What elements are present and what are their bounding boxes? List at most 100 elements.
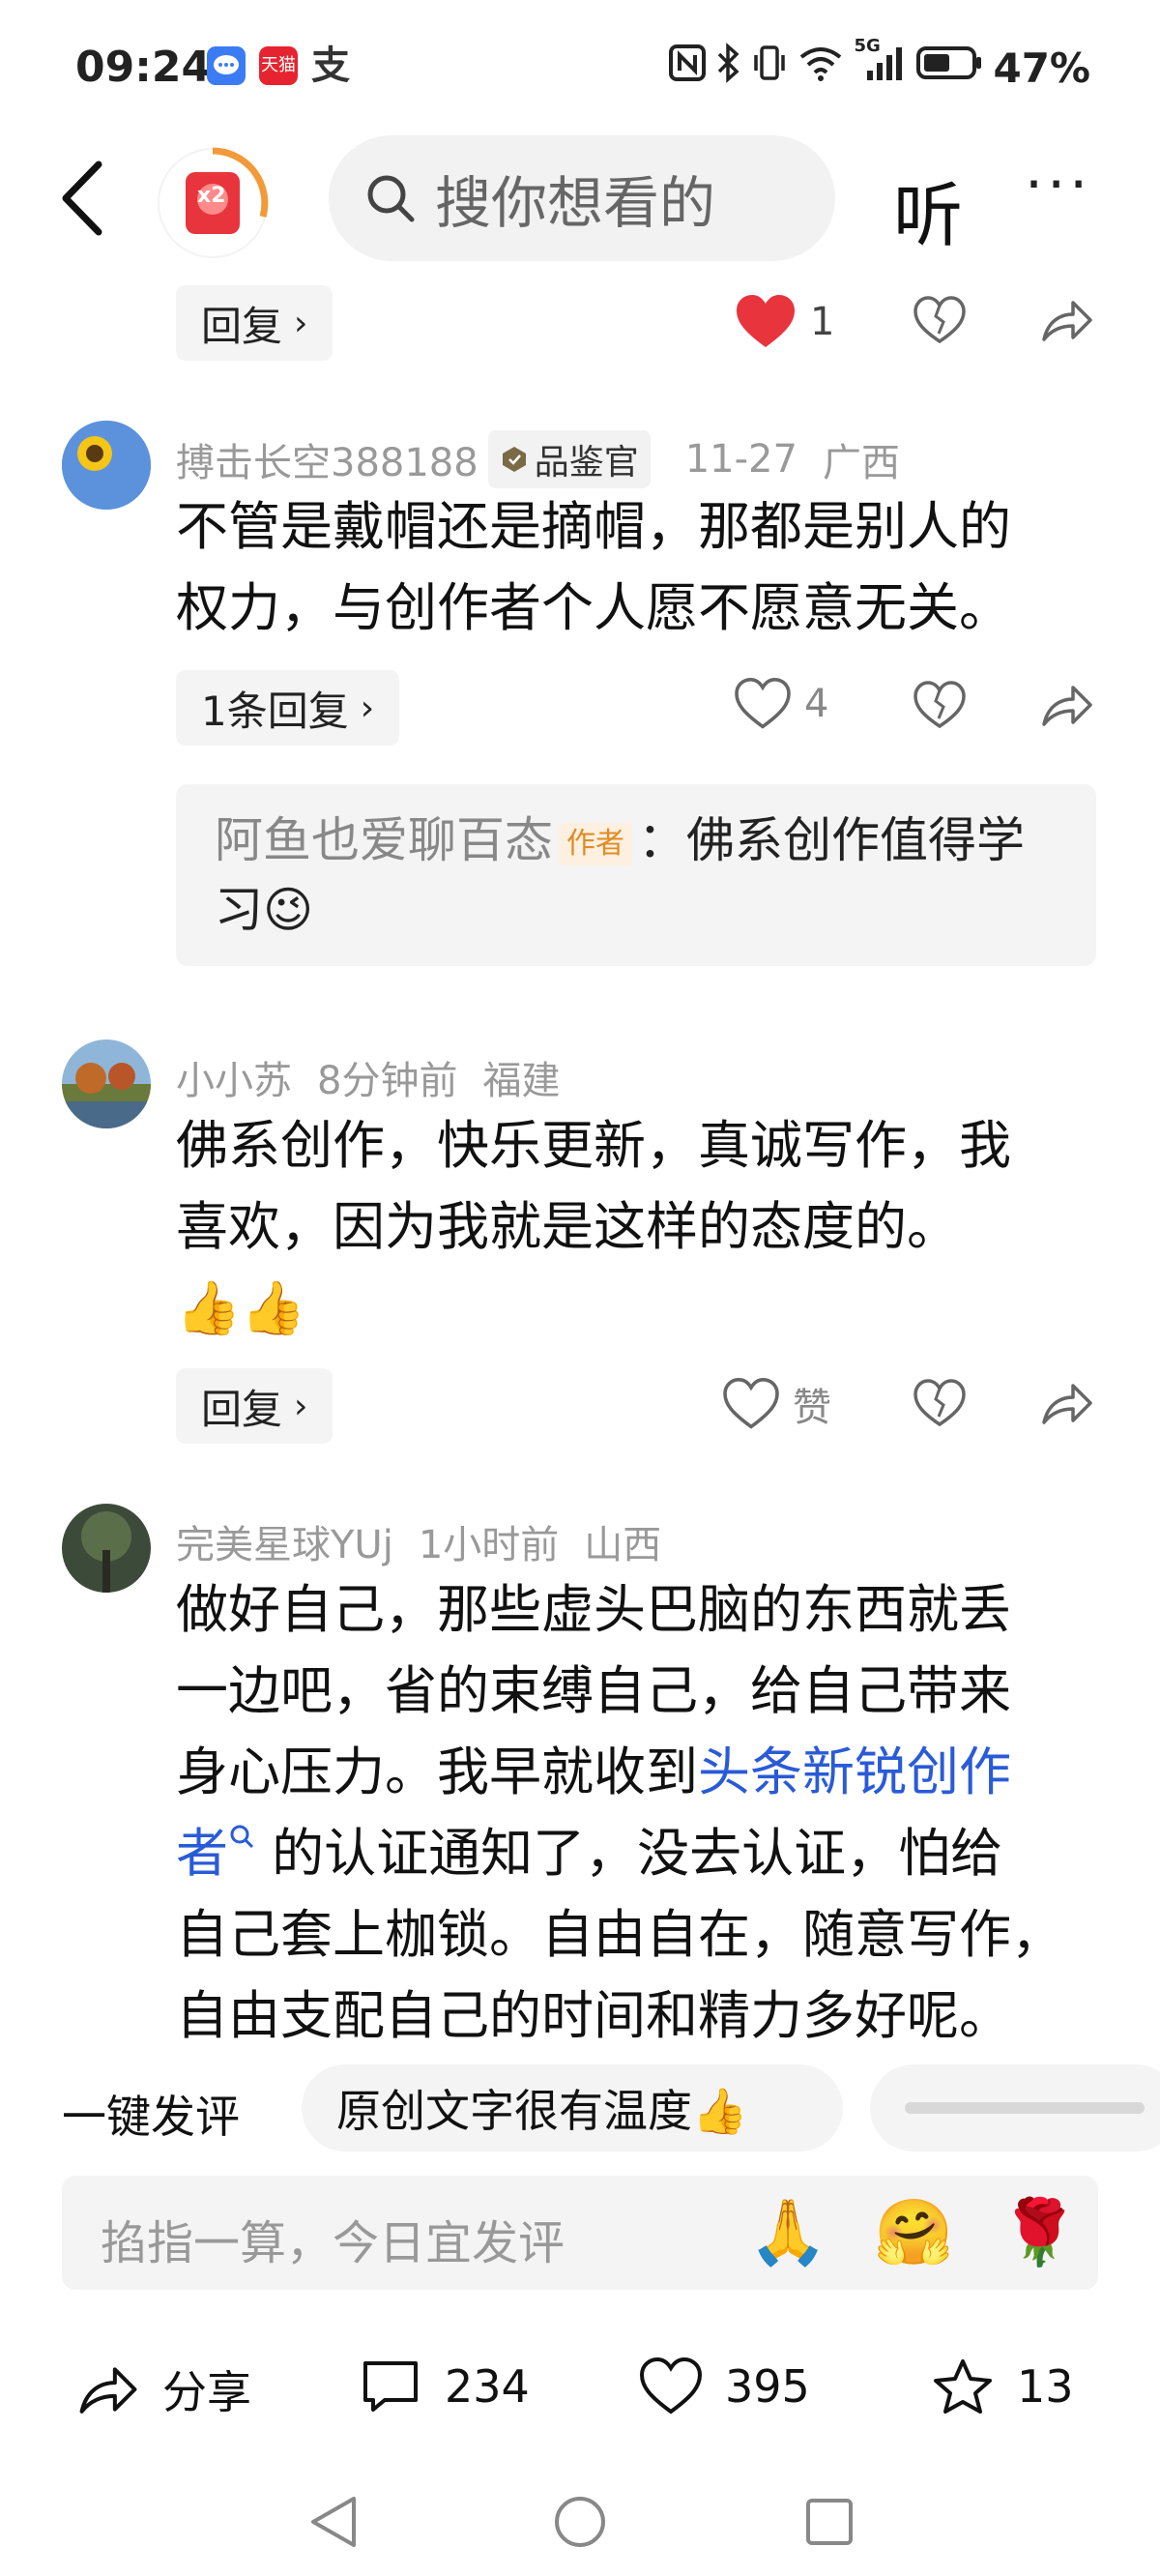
comment-line: 自己套上枷锁。自由自在，随意写作， <box>176 1904 1063 1965</box>
search-placeholder: 搜你想看的 <box>435 170 716 236</box>
landscape-avatar-icon <box>62 1039 151 1128</box>
badge-icon <box>502 447 526 472</box>
chevron-right-icon: › <box>294 1386 308 1426</box>
reply-author-name[interactable]: 阿鱼也爱聊百态 <box>215 812 553 868</box>
reply-count-button[interactable]: 1条回复 › <box>176 670 400 746</box>
nav-home-button[interactable] <box>553 2493 607 2555</box>
share-bottom-button[interactable]: 分享 <box>77 2357 251 2421</box>
heart-filled-icon <box>737 295 795 347</box>
share-arrow-icon <box>1042 1384 1092 1424</box>
dislike-button[interactable] <box>913 295 967 349</box>
red-packet-button[interactable]: x2 <box>155 145 271 261</box>
comment-icon <box>363 2361 418 2412</box>
square-recents-icon <box>806 2499 853 2545</box>
broken-heart-icon <box>914 296 966 344</box>
avatar[interactable] <box>62 1039 151 1128</box>
comment-line: 佛系创作，快乐更新，真诚写作，我 <box>176 1115 1011 1176</box>
comment-text: 做好自己，那些虚头巴脑的东西就丢 一边吧，省的束缚自己，给自己带来 身心压力。我… <box>176 1569 1104 2045</box>
comment-meta: 搏击长空388188 品鉴官 11-27 广西 <box>176 430 900 488</box>
comment-bottom-button[interactable]: 234 <box>360 2357 530 2415</box>
author-tag: 作者 <box>559 822 632 865</box>
thumbs-up-emoji: 👍👍 <box>176 1277 306 1338</box>
comment-input[interactable]: 掐指一算，今日宜发评 🙏 🤗 🌹 <box>62 2176 1098 2290</box>
like-count: 1 <box>810 300 835 344</box>
comment-line: 不管是戴帽还是摘帽，那都是别人的 <box>176 496 1011 557</box>
search-icon <box>367 175 415 222</box>
alipay-icon: 支 <box>311 44 350 88</box>
chevron-right-icon: › <box>360 688 375 728</box>
top-nav: x2 搜你想看的 听 ··· <box>0 135 1160 261</box>
comment-username[interactable]: 小小苏 <box>176 1049 292 1105</box>
wink-emoji: 😉 <box>263 882 314 938</box>
search-bar[interactable]: 搜你想看的 <box>329 135 835 261</box>
share-label: 分享 <box>162 2366 251 2418</box>
search-small-icon[interactable] <box>228 1823 255 1856</box>
listen-button[interactable]: 听 <box>893 159 963 260</box>
comment-username[interactable]: 搏击长空388188 <box>176 431 478 487</box>
like-button[interactable]: 赞 <box>723 1376 831 1432</box>
share-button[interactable] <box>1040 1378 1094 1432</box>
reply-button[interactable]: 回复 › <box>176 1368 334 1444</box>
comment-count: 234 <box>445 2360 530 2413</box>
comment-location: 山西 <box>584 1523 662 1567</box>
topic-link[interactable]: 头条新锐创作 <box>698 1742 1011 1802</box>
comment-actions: 1条回复 › 4 <box>0 670 1160 747</box>
comment-item: 小小苏 8分钟前 福建 佛系创作，快乐更新，真诚写作，我 喜欢，因为我就是这样的… <box>0 1039 1160 1455</box>
red-packet-multiplier: x2 <box>197 184 226 208</box>
quick-comment-chip[interactable]: 原创文字很有温度👍 <box>302 2064 843 2152</box>
reply-count-label: 1条回复 <box>201 687 349 735</box>
comment-text-segment: 身心压力。我早就收到 <box>176 1742 698 1802</box>
signal-icon: 5G <box>854 36 906 92</box>
network-type: 5G <box>854 36 881 56</box>
share-button[interactable] <box>1040 295 1094 349</box>
favorite-bottom-button[interactable]: 13 <box>932 2357 1074 2415</box>
tree-avatar-icon <box>62 1504 151 1593</box>
comment-line: 自由支配自己的时间和精力多好呢。 <box>176 1985 1011 2045</box>
quick-comment-bar: 一键发评 原创文字很有温度👍 <box>0 2064 1160 2152</box>
avatar[interactable] <box>62 421 151 510</box>
hug-emoji-button[interactable]: 🤗 <box>874 2195 953 2270</box>
quick-comment-chip-blurred[interactable] <box>870 2064 1160 2152</box>
rose-emoji-button[interactable]: 🌹 <box>1000 2195 1079 2270</box>
back-button[interactable] <box>50 155 118 242</box>
like-button[interactable]: 1 <box>735 293 834 351</box>
nav-recents-button[interactable] <box>802 2493 856 2555</box>
dislike-button[interactable] <box>913 1378 967 1432</box>
more-button[interactable]: ··· <box>1025 151 1091 219</box>
comment-actions: 回复 › 赞 <box>0 1368 1160 1446</box>
comment-input-placeholder: 掐指一算，今日宜发评 <box>101 2216 566 2270</box>
comment-meta: 小小苏 8分钟前 福建 <box>176 1049 560 1105</box>
share-arrow-icon <box>1042 301 1092 341</box>
comment-meta: 完美星球YUj 1小时前 山西 <box>176 1513 661 1569</box>
dislike-button[interactable] <box>913 680 967 734</box>
tmall-icon: 天猫 <box>259 46 298 85</box>
reply-label: 回复 <box>201 1385 283 1433</box>
reply-label: 回复 <box>201 302 283 350</box>
battery-percent: 47% <box>993 44 1090 92</box>
broken-heart-icon <box>914 681 966 729</box>
back-arrow-icon <box>62 161 102 236</box>
avatar[interactable] <box>62 1504 151 1593</box>
circle-home-icon <box>555 2497 605 2547</box>
share-button[interactable] <box>1040 680 1094 734</box>
comment-username[interactable]: 完美星球YUj <box>176 1513 393 1569</box>
reply-button[interactable]: 回复 › <box>176 285 334 361</box>
wifi-icon <box>798 44 844 92</box>
comment-item: 完美星球YUj 1小时前 山西 做好自己，那些虚头巴脑的东西就丢 一边吧，省的束… <box>0 1504 1160 2045</box>
comment-location: 福建 <box>482 1059 561 1103</box>
like-bottom-button[interactable]: 395 <box>640 2357 810 2415</box>
nav-back-button[interactable] <box>307 2493 360 2555</box>
author-reply[interactable]: 阿鱼也爱聊百态 作者 ：佛系创作值得学 习😉 <box>176 784 1096 966</box>
pray-emoji-button[interactable]: 🙏 <box>748 2195 827 2270</box>
topic-link[interactable]: 者 <box>176 1823 228 1884</box>
like-count: 4 <box>804 682 829 726</box>
comment-line: 权力，与创作者个人愿不愿意无关。 <box>176 577 1011 638</box>
comment-line: 一边吧，省的束缚自己，给自己带来 <box>176 1660 1011 1721</box>
sunflower-avatar-icon <box>62 421 151 510</box>
comment-line: 者 的认证通知了，没去认证，怕给 <box>176 1813 1104 1894</box>
like-button[interactable]: 4 <box>735 678 828 730</box>
blurred-text-placeholder <box>905 2102 1145 2114</box>
message-icon <box>207 46 246 85</box>
comment-text: 佛系创作，快乐更新，真诚写作，我 喜欢，因为我就是这样的态度的。 👍👍 <box>176 1105 1104 1349</box>
triangle-back-icon <box>311 2497 356 2547</box>
